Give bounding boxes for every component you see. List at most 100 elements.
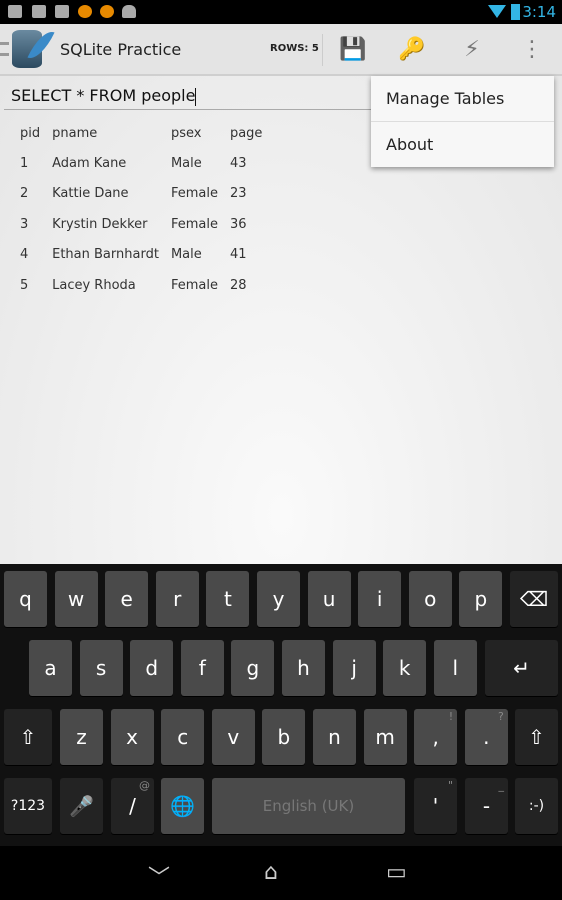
- key-label: ⇧: [19, 725, 37, 749]
- table-cell: Male: [170, 247, 202, 263]
- key-f-key[interactable]: f: [180, 640, 224, 696]
- key-label: f: [198, 656, 206, 680]
- table-cell: 2: [20, 186, 29, 202]
- navigation-bar: ﹀ ⌂ ▭: [0, 846, 562, 900]
- key-z-key[interactable]: z: [60, 709, 103, 765]
- column-header: psex: [170, 125, 202, 141]
- key-,-key[interactable]: ,!: [414, 709, 458, 765]
- app-title: SQLite Practice: [60, 40, 182, 59]
- key-/-key[interactable]: / @: [111, 778, 154, 834]
- table-row[interactable]: 2 Kattie Dane Female 23: [14, 179, 268, 209]
- key-label: w: [67, 587, 85, 611]
- query-input[interactable]: SELECT * FROM people: [4, 82, 384, 110]
- key-s-key[interactable]: s: [79, 640, 123, 696]
- table-row[interactable]: 3 Krystin Dekker Female 36: [14, 209, 268, 239]
- key-label: h: [297, 656, 310, 680]
- overflow-icon[interactable]: ⋮: [518, 36, 546, 64]
- table-cell: 43: [229, 156, 247, 172]
- shift-key[interactable]: ⇧: [515, 709, 558, 765]
- table-row[interactable]: 4 Ethan Barnhardt Male 41: [14, 240, 268, 270]
- key-label: d: [145, 656, 159, 680]
- caret: [195, 87, 197, 106]
- table-cell: Ethan Barnhardt: [52, 247, 159, 263]
- keyboard-icon: [8, 5, 22, 18]
- key-j-key[interactable]: j: [332, 640, 376, 696]
- key-o-key[interactable]: o: [408, 571, 452, 627]
- emoticon-key[interactable]: :-): [515, 778, 558, 834]
- key-'-key[interactable]: ' ": [414, 778, 457, 834]
- key-e-key[interactable]: e: [105, 571, 149, 627]
- key-r-key[interactable]: r: [155, 571, 199, 627]
- key---key[interactable]: - _: [465, 778, 508, 834]
- key-hint: ?: [497, 710, 504, 723]
- table-cell: Adam Kane: [52, 156, 127, 172]
- key-m-key[interactable]: m: [363, 709, 407, 765]
- save-icon[interactable]: 💾: [339, 36, 367, 64]
- key-label: a: [44, 656, 57, 680]
- key-label: e: [120, 587, 133, 611]
- keyboard: q w e r t y u i o p ⌫ a s d f g h j k l ↵ ⇧ z x c v b n m,!.? ⇧ ?123 🎤 /…: [0, 564, 562, 846]
- key-label: g: [246, 656, 260, 680]
- key-label: m: [375, 725, 395, 749]
- column-header: pname: [52, 125, 98, 141]
- key-label: c: [177, 725, 189, 749]
- key-l-key[interactable]: l: [433, 640, 477, 696]
- key-a-key[interactable]: a: [29, 640, 72, 696]
- globe-key[interactable]: 🌐: [161, 778, 204, 834]
- battery-icon: [511, 4, 520, 20]
- table-cell: 23: [229, 186, 247, 202]
- menu-item-manage-tables[interactable]: Manage Tables: [371, 76, 554, 121]
- key-hint: ": [447, 779, 453, 792]
- key-i-key[interactable]: i: [358, 571, 402, 627]
- key-g-key[interactable]: g: [231, 640, 275, 696]
- android-icon: [122, 5, 136, 18]
- app-icon: [100, 5, 114, 18]
- key-label: i: [376, 587, 383, 611]
- status-bar: 3:14: [0, 0, 562, 24]
- key-label: -: [482, 794, 491, 818]
- key-y-key[interactable]: y: [257, 571, 300, 627]
- key-c-key[interactable]: c: [161, 709, 205, 765]
- key-k-key[interactable]: k: [383, 640, 427, 696]
- back-icon[interactable]: ﹀: [148, 860, 170, 892]
- drawer-icon[interactable]: [0, 42, 9, 56]
- key-label: x: [126, 725, 139, 749]
- key-h-key[interactable]: h: [282, 640, 325, 696]
- key-p-key[interactable]: p: [459, 571, 503, 627]
- key-q-key[interactable]: q: [4, 571, 47, 627]
- backspace-key[interactable]: ⌫: [510, 571, 558, 627]
- enter-key[interactable]: ↵: [485, 640, 558, 696]
- key-x-key[interactable]: x: [110, 709, 154, 765]
- mic-key[interactable]: 🎤: [60, 778, 103, 834]
- table-row[interactable]: 1 Adam Kane Male 43: [14, 148, 268, 178]
- space-key[interactable]: English (UK): [212, 778, 405, 834]
- app-icon: [78, 5, 92, 18]
- key-n-key[interactable]: n: [313, 709, 356, 765]
- gmail-icon: [55, 5, 69, 18]
- key-hint: !: [448, 710, 454, 723]
- home-icon[interactable]: ⌂: [264, 860, 278, 885]
- table-row[interactable]: 5 Lacey Rhoda Female 28: [14, 270, 268, 300]
- key-.-key[interactable]: .?: [464, 709, 508, 765]
- symbols-key[interactable]: ?123: [4, 778, 52, 834]
- table-cell: Female: [170, 186, 218, 202]
- menu-item-about[interactable]: About: [371, 121, 554, 166]
- key-label: ?123: [10, 798, 46, 814]
- shift-key[interactable]: ⇧: [4, 709, 52, 765]
- key-u-key[interactable]: u: [307, 571, 351, 627]
- execute-icon[interactable]: ⚡: [458, 36, 486, 64]
- key-icon[interactable]: 🔑: [398, 36, 426, 64]
- key-label: l: [452, 656, 459, 680]
- overflow-menu: Manage Tables About: [371, 76, 554, 167]
- column-header: page: [229, 125, 263, 141]
- key-t-key[interactable]: t: [206, 571, 250, 627]
- key-b-key[interactable]: b: [262, 709, 306, 765]
- table-cell: 4: [20, 247, 29, 263]
- key-d-key[interactable]: d: [130, 640, 174, 696]
- table-cell: 3: [20, 216, 29, 232]
- recents-icon[interactable]: ▭: [386, 860, 407, 885]
- key-w-key[interactable]: w: [54, 571, 98, 627]
- divider: [322, 34, 323, 66]
- key-label: r: [173, 587, 182, 611]
- key-v-key[interactable]: v: [211, 709, 255, 765]
